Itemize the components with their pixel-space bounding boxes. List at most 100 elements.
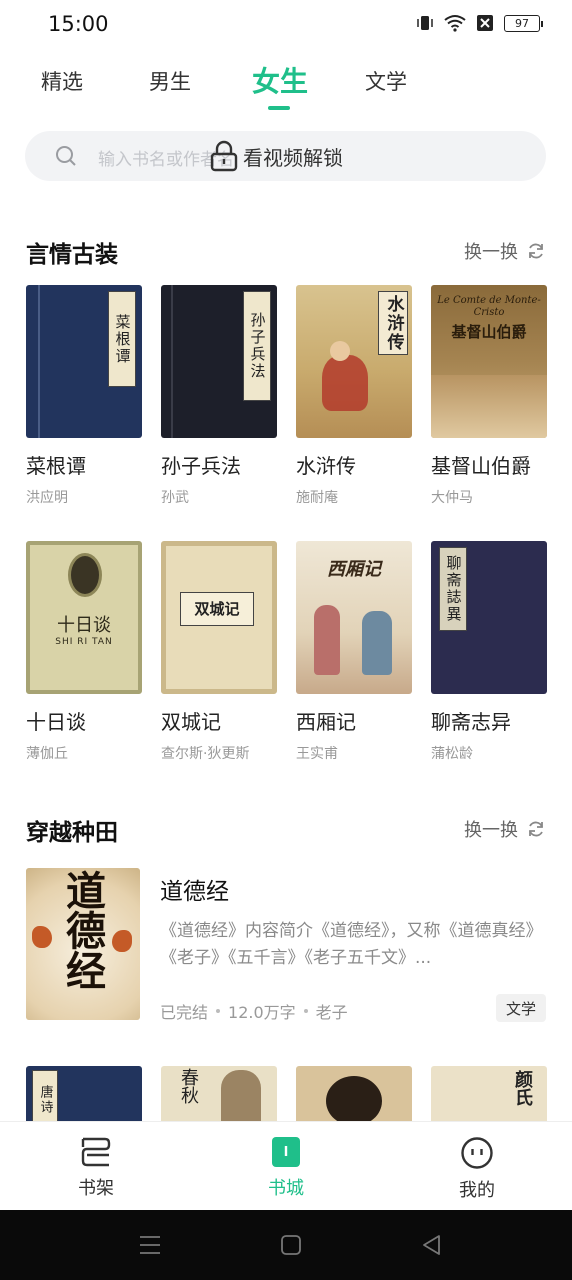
unlock-overlay[interactable]: 看视频解锁 (209, 140, 343, 172)
wifi-icon (444, 15, 466, 32)
back-icon[interactable] (421, 1234, 441, 1256)
nav-label-profile: 我的 (459, 1180, 495, 1201)
book-author: 洪应明 (26, 490, 68, 506)
featured-book-title[interactable]: 道德经 (160, 872, 229, 906)
refresh-icon (529, 821, 543, 837)
tab-selected[interactable]: 精选 (41, 66, 83, 96)
book-card[interactable]: 水浒传 水浒传 施耐庵 (296, 285, 412, 507)
featured-book-description: 《道德经》内容简介《道德经》，又称《道德真经》《老子》《五千言》《老子五千文》.… (160, 921, 543, 968)
book-card[interactable]: 聊斋誌異 聊斋志异 蒲松龄 (431, 541, 547, 763)
genre-tag: 文学 (496, 994, 546, 1022)
category-tabs: 精选 男生 女生 文学 (0, 60, 572, 110)
status-icons: 97 (416, 14, 543, 32)
separator-dot (216, 1009, 221, 1013)
bookstore-icon (272, 1137, 300, 1167)
book-title[interactable]: 十日谈 (26, 706, 142, 735)
cover-title-text: 基督山伯爵 (451, 323, 527, 341)
refresh-button[interactable]: 换一换 (464, 238, 546, 264)
book-card[interactable]: 孙子兵法 孙子兵法 孙武 (161, 285, 277, 507)
nav-item-bookshelf[interactable]: 书架 (56, 1136, 136, 1200)
refresh-label: 换一换 (464, 820, 518, 841)
cover-title-text: 唐诗 (32, 1070, 58, 1122)
book-author: 大仲马 (431, 490, 473, 506)
book-author: 王实甫 (296, 746, 338, 762)
book-title[interactable]: 双城记 (161, 706, 277, 735)
bookshelf-icon (81, 1137, 111, 1167)
book-cover[interactable]: Le Comte de Monte-Cristo 基督山伯爵 (431, 285, 547, 438)
cover-title-text: 菜根谭 (108, 291, 136, 387)
featured-book-cover[interactable]: 道德经 (26, 868, 140, 1020)
vibrate-icon (417, 16, 433, 30)
unlock-overlay-text: 看视频解锁 (243, 145, 343, 170)
book-title[interactable]: 孙子兵法 (161, 450, 277, 479)
cover-title-text: 春秋 (178, 1068, 199, 1104)
menu-icon[interactable] (139, 1235, 161, 1255)
refresh-icon (529, 243, 543, 259)
cover-subtitle: SHI RI TAN (55, 637, 113, 647)
book-author: 查尔斯·狄更斯 (161, 746, 250, 762)
cover-title-text: 西厢记 (327, 559, 381, 580)
cover-subtitle: Le Comte de Monte-Cristo (437, 295, 541, 318)
status-time: 15:00 (48, 12, 109, 36)
book-card[interactable]: 双城记 双城记 查尔斯·狄更斯 (161, 541, 277, 763)
book-cover[interactable]: 双城记 (161, 541, 277, 694)
book-author: 薄伽丘 (26, 746, 68, 762)
refresh-label: 换一换 (464, 242, 518, 263)
cover-title-text: 水浒传 (378, 291, 408, 355)
nav-label-bookstore: 书城 (268, 1178, 304, 1199)
search-bar[interactable]: 输入书名或作者名 看视频解锁 (25, 131, 546, 181)
book-title[interactable]: 基督山伯爵 (431, 450, 547, 479)
book-cover[interactable]: 唐诗 (26, 1066, 142, 1122)
book-cover[interactable]: 孙子兵法 (161, 285, 277, 438)
book-author: 蒲松龄 (431, 746, 473, 762)
nav-label-bookshelf: 书架 (78, 1178, 114, 1199)
book-author: 施耐庵 (296, 490, 338, 506)
section-title-time-travel: 穿越种田 (26, 820, 118, 846)
tab-female[interactable]: 女生 (252, 60, 308, 100)
book-title[interactable]: 菜根谭 (26, 450, 142, 479)
status-bar: 15:00 97 (0, 0, 572, 52)
nav-item-profile[interactable]: 我的 (437, 1136, 517, 1202)
book-cover[interactable] (296, 1066, 412, 1122)
book-cover[interactable]: 颜氏 (431, 1066, 547, 1122)
featured-book-words: 12.0万字 (228, 1003, 296, 1022)
bottom-navigation: 书架 书城 我的 (0, 1121, 572, 1210)
book-card[interactable]: Le Comte de Monte-Cristo 基督山伯爵 基督山伯爵 大仲马 (431, 285, 547, 507)
separator-dot (303, 1009, 308, 1013)
book-cover[interactable]: 菜根谭 (26, 285, 142, 438)
profile-icon (461, 1137, 493, 1169)
cover-title-text: 颜氏 (512, 1070, 533, 1106)
book-cover[interactable]: 西厢记 (296, 541, 412, 694)
no-sim-icon (477, 15, 493, 31)
book-cover[interactable]: 十日谈 SHI RI TAN (26, 541, 142, 694)
book-card[interactable]: 十日谈 SHI RI TAN 十日谈 薄伽丘 (26, 541, 142, 763)
book-cover[interactable]: 水浒传 (296, 285, 412, 438)
tab-literature[interactable]: 文学 (365, 66, 407, 96)
featured-book-author: 老子 (315, 1003, 348, 1022)
tab-male[interactable]: 男生 (149, 66, 191, 96)
refresh-button[interactable]: 换一换 (464, 816, 546, 842)
book-title[interactable]: 水浒传 (296, 450, 412, 479)
book-cover[interactable]: 聊斋誌異 (431, 541, 547, 694)
cover-title-text: 十日谈 (57, 615, 111, 636)
book-cover[interactable]: 春秋 (161, 1066, 277, 1122)
active-tab-indicator (268, 106, 290, 110)
featured-book-status: 已完结 (160, 1003, 209, 1022)
lock-icon (210, 140, 238, 172)
nav-item-bookstore[interactable]: 书城 (246, 1136, 326, 1200)
section-title-romance: 言情古装 (26, 242, 118, 268)
cover-title-text: 孙子兵法 (243, 291, 271, 401)
cover-title-text: 聊斋誌異 (439, 547, 467, 631)
cover-title-text: 双城记 (180, 592, 254, 626)
featured-book-meta: 已完结 12.0万字 老子 (160, 999, 348, 1023)
battery-indicator: 97 (504, 14, 543, 32)
book-author: 孙武 (161, 490, 189, 506)
home-icon[interactable] (281, 1235, 301, 1255)
book-title[interactable]: 西厢记 (296, 706, 412, 735)
book-card[interactable]: 菜根谭 菜根谭 洪应明 (26, 285, 142, 507)
system-navigation-bar (0, 1210, 572, 1280)
book-card[interactable]: 西厢记 西厢记 王实甫 (296, 541, 412, 763)
book-title[interactable]: 聊斋志异 (431, 706, 547, 735)
partial-book-row: 唐诗 春秋 颜氏 (0, 1066, 572, 1122)
search-icon (56, 146, 76, 166)
